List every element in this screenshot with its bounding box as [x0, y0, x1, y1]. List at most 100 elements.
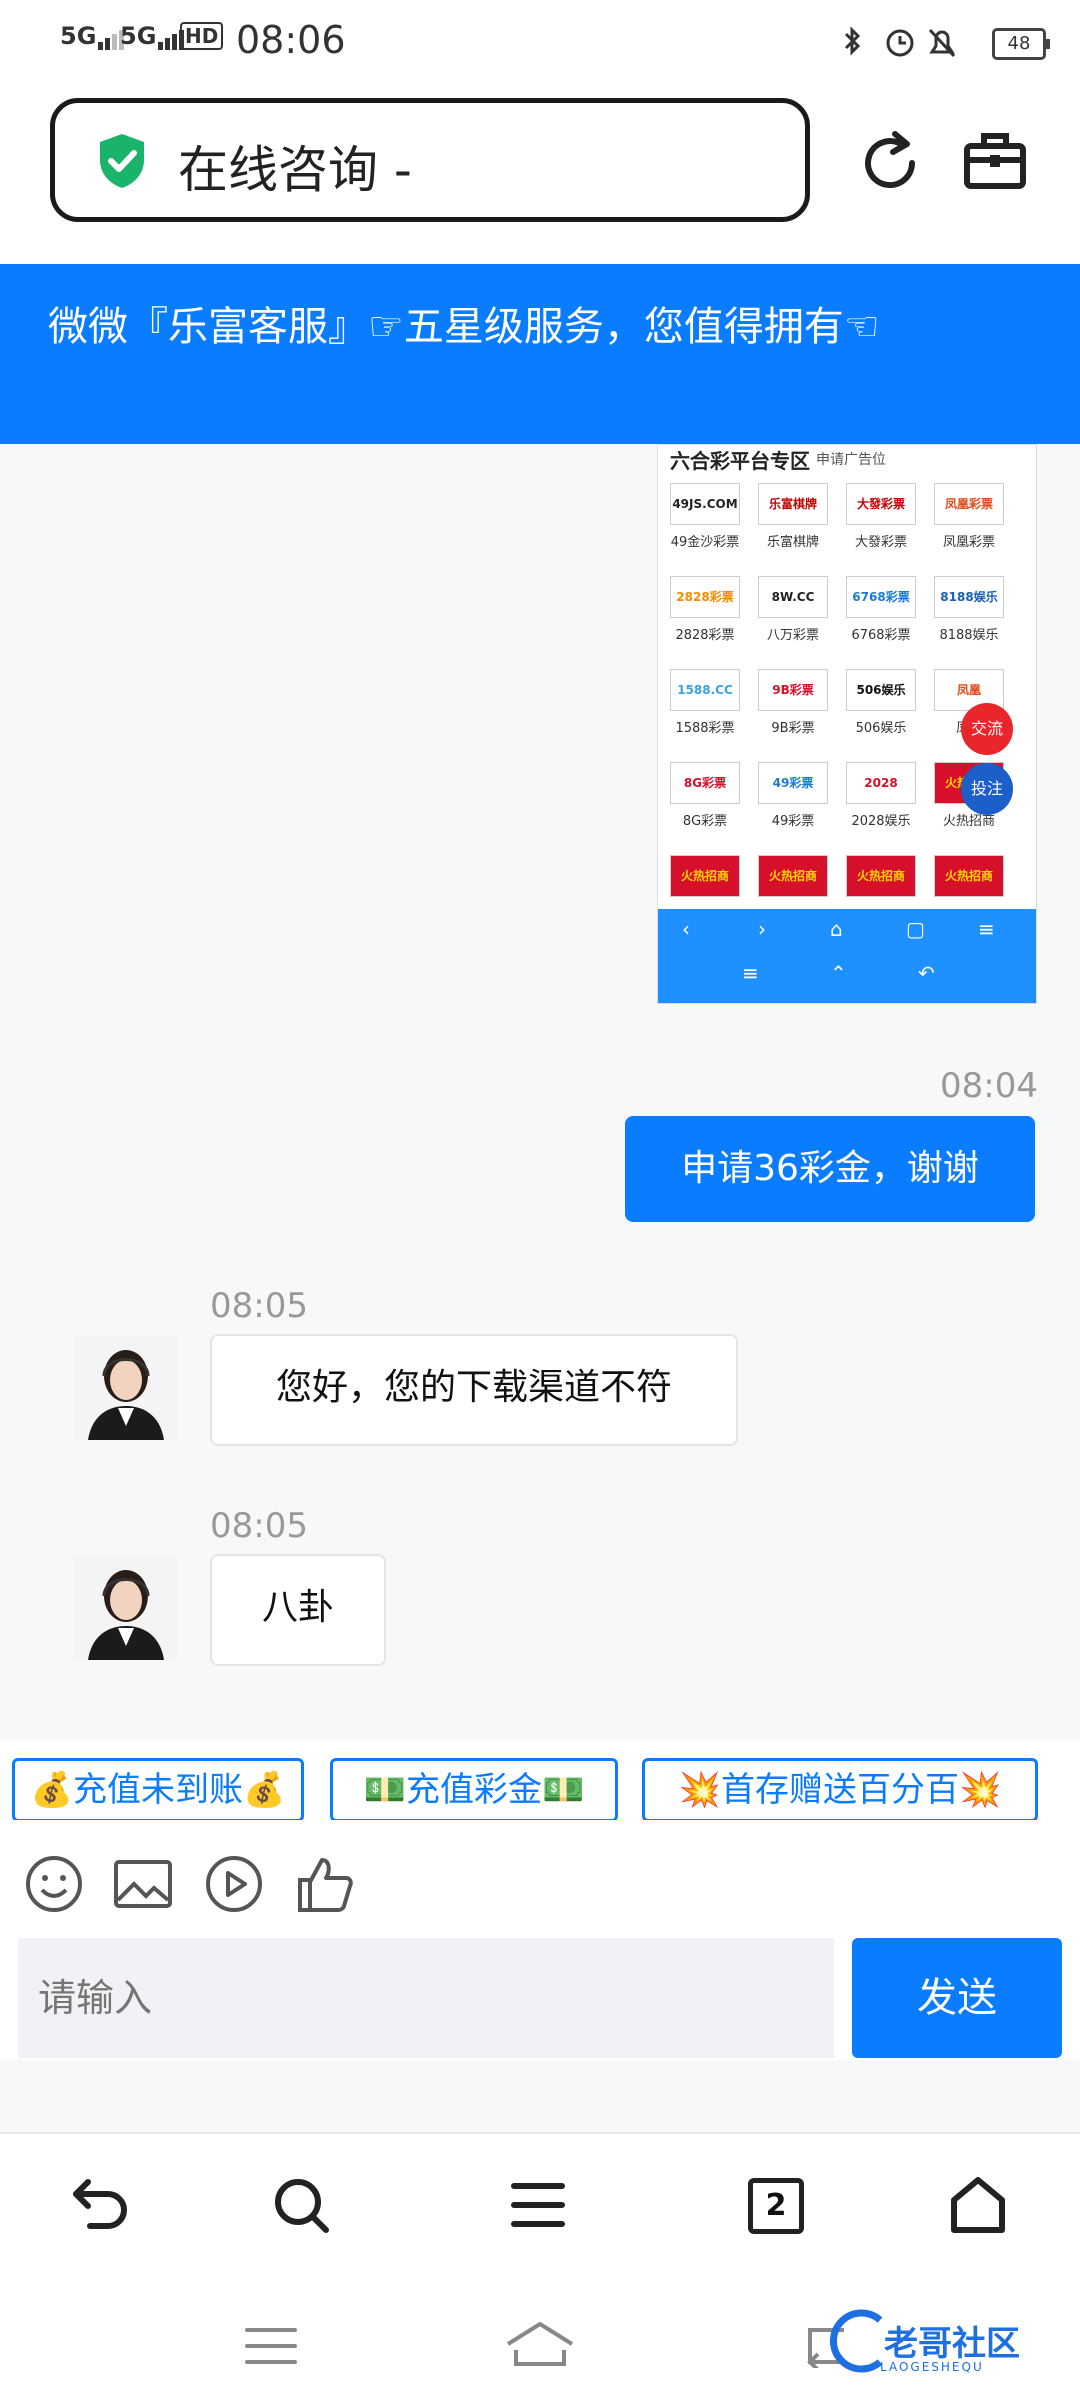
platform-logo: 火热招商 [934, 855, 1004, 897]
platform-logo: 凤凰彩票 [934, 483, 1004, 525]
platform-logo: 8188娱乐 [934, 576, 1004, 618]
platform-caption: 2028娱乐 [851, 814, 911, 829]
agent-avatar [74, 1336, 178, 1440]
signal-5g-1: 5G [60, 22, 126, 50]
nav-sys-home-icon: ⌃ [830, 961, 847, 985]
signal-5g-2: 5G [120, 22, 186, 50]
quick-button-first-deposit[interactable]: 💥首存赠送百分百💥 [642, 1758, 1038, 1822]
video-icon[interactable] [204, 1854, 264, 1914]
nav-home-icon: ⌂ [830, 917, 843, 941]
platform-tile: 6768彩票 6768彩票 [846, 576, 916, 656]
message-time: 08:04 [940, 1066, 1038, 1106]
status-icons [844, 26, 956, 58]
message-input[interactable] [18, 1938, 834, 2058]
platform-logo: 6768彩票 [846, 576, 916, 618]
message-bubble-incoming: 八卦 [210, 1554, 386, 1666]
platform-caption: 6768彩票 [851, 628, 911, 643]
platform-caption: 49金沙彩票 [670, 535, 740, 550]
battery-icon: 48 [992, 28, 1050, 60]
platform-caption: 八万彩票 [766, 628, 819, 643]
platform-tile: 8188娱乐 8188娱乐 [934, 576, 1004, 656]
nav-tabs-icon: ▢ [906, 917, 925, 941]
platform-caption: 506娱乐 [855, 721, 907, 736]
image-title: 六合彩平台专区 [670, 449, 810, 473]
platform-logo: 2028 [846, 762, 916, 804]
send-button[interactable]: 发送 [852, 1938, 1062, 2058]
shield-check-icon [100, 134, 144, 188]
platform-tile: 8G彩票 8G彩票 [670, 762, 740, 842]
platform-logo: 9B彩票 [758, 669, 828, 711]
agent-avatar-image [74, 1556, 178, 1660]
platform-caption: 8188娱乐 [939, 628, 999, 643]
address-bar[interactable] [50, 98, 810, 222]
platform-caption: 9B彩票 [771, 721, 815, 736]
nav-sys-back-icon: ↶ [918, 961, 935, 985]
quick-button-recharge-missing[interactable]: 💰充值未到账💰 [12, 1758, 304, 1822]
nav-sys-menu-icon: ≡ [742, 961, 759, 985]
search-icon[interactable] [272, 2176, 332, 2236]
nav-forward-icon: › [758, 917, 766, 941]
agent-avatar [74, 1556, 178, 1660]
nav-back-icon: ‹ [682, 917, 690, 941]
agent-avatar-image [74, 1336, 178, 1440]
platform-logo: 火热招商 [846, 855, 916, 897]
platform-tile: 乐富棋牌 乐富棋牌 [758, 483, 828, 563]
platform-logo: 49JS.COM [670, 483, 740, 525]
recents-icon[interactable] [244, 2324, 298, 2368]
image-nav-bar: ‹ › ⌂ ▢ ≡ ≡ ⌃ ↶ [658, 909, 1036, 1003]
platform-logo: 506娱乐 [846, 669, 916, 711]
home-icon[interactable] [948, 2174, 1008, 2236]
quick-button-recharge-bonus[interactable]: 💵充值彩金💵 [330, 1758, 618, 1822]
image-icon[interactable] [112, 1854, 174, 1914]
platform-logo: 8G彩票 [670, 762, 740, 804]
nav-menu-icon: ≡ [978, 917, 995, 941]
platform-logo: 乐富棋牌 [758, 483, 828, 525]
thumbs-up-icon[interactable] [294, 1854, 356, 1914]
browser-toolbar: 2 [0, 2134, 1080, 2274]
toolbox-icon[interactable] [962, 128, 1028, 194]
platform-caption: 1588彩票 [675, 721, 735, 736]
status-bar: 5G 5G HD 08:06 48 [0, 0, 1080, 86]
message-bubble-incoming: 您好，您的下载渠道不符 [210, 1334, 738, 1446]
banner-text: 微微『乐富客服』☞五星级服务，您值得拥有☜ [48, 304, 880, 350]
menu-icon[interactable] [510, 2178, 566, 2232]
page-title: 在线咨询 - [178, 141, 412, 199]
emoji-icon[interactable] [24, 1854, 84, 1914]
platform-tile: 49JS.COM 49金沙彩票 [670, 483, 740, 563]
platform-caption: 乐富棋牌 [766, 535, 819, 550]
platform-caption: 8G彩票 [682, 814, 728, 829]
platform-caption: 49彩票 [771, 814, 815, 829]
image-subtitle: 申请广告位 [816, 452, 886, 468]
platform-tile: 49彩票 49彩票 [758, 762, 828, 842]
platform-logo: 1588.CC [670, 669, 740, 711]
fab-bet: 投注 [961, 763, 1013, 815]
watermark-text: 老哥社区 [884, 2324, 1020, 2364]
system-home-icon[interactable] [504, 2320, 576, 2368]
platform-logo: 大發彩票 [846, 483, 916, 525]
platform-tile: 2828彩票 2828彩票 [670, 576, 740, 656]
platform-logo: 49彩票 [758, 762, 828, 804]
platform-tile: 8W.CC 八万彩票 [758, 576, 828, 656]
platform-tile: 1588.CC 1588彩票 [670, 669, 740, 749]
hd-icon: HD [180, 22, 224, 50]
platform-logo: 火热招商 [758, 855, 828, 897]
platform-logo: 火热招商 [670, 855, 740, 897]
platform-caption: 凤凰彩票 [942, 535, 995, 550]
platform-tile: 2028 2028娱乐 [846, 762, 916, 842]
platform-tile: 9B彩票 9B彩票 [758, 669, 828, 749]
watermark-subtext: LAOGESHEQU [880, 2360, 984, 2374]
platform-logo: 8W.CC [758, 576, 828, 618]
refresh-icon[interactable] [855, 128, 925, 198]
notice-banner: 微微『乐富客服』☞五星级服务，您值得拥有☜ [0, 264, 1080, 444]
platform-caption: 2828彩票 [675, 628, 735, 643]
platform-tile: 506娱乐 506娱乐 [846, 669, 916, 749]
fab-chat: 交流 [961, 703, 1013, 755]
message-time: 08:05 [210, 1286, 308, 1326]
back-icon[interactable] [70, 2176, 132, 2234]
platform-caption: 大發彩票 [854, 535, 907, 550]
platform-logo: 2828彩票 [670, 576, 740, 618]
status-time: 08:06 [236, 18, 346, 62]
tabs-count-button[interactable]: 2 [748, 2178, 804, 2234]
platform-tile: 大發彩票 大發彩票 [846, 483, 916, 563]
shared-screenshot-image[interactable]: 六合彩平台专区 申请广告位 49JS.COM 49金沙彩票 乐富棋牌 乐富棋牌 大發彩票… [657, 444, 1037, 1004]
